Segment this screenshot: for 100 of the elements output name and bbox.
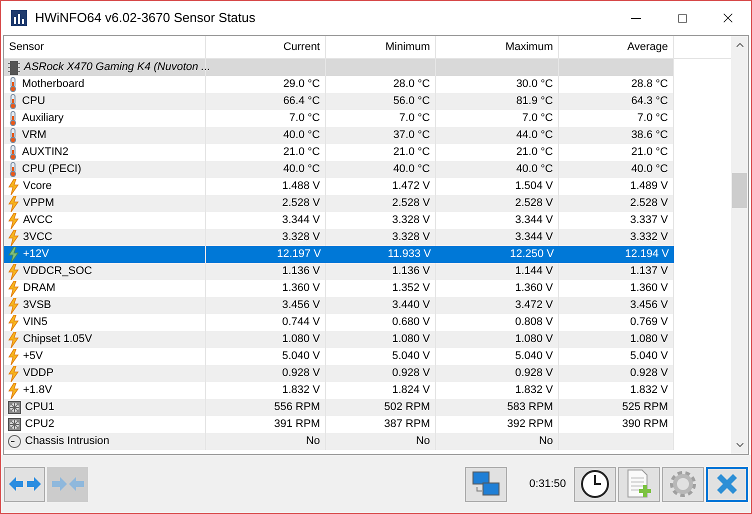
sensor-name: Auxiliary — [22, 111, 64, 126]
sensor-row[interactable]: VRM 40.0 °C 37.0 °C 44.0 °C 38.6 °C — [4, 127, 674, 144]
lightning-icon — [8, 332, 19, 348]
maximize-icon — [676, 12, 688, 24]
value-cell-text: 1.080 V — [630, 332, 668, 348]
value-cell-text: 21.0 °C — [283, 145, 320, 160]
network-button[interactable] — [465, 466, 508, 502]
lightning-icon — [8, 348, 19, 364]
value-cell-text: 5.040 V — [630, 349, 668, 364]
sensor-name: Vcore — [23, 179, 52, 194]
value-cell-text: 2.528 V — [630, 196, 668, 212]
value-cell-text: 3.332 V — [630, 230, 668, 246]
value-cell-text: 40.0 °C — [283, 128, 320, 144]
value-cell-text: 3.472 V — [515, 298, 553, 314]
lightning-icon — [8, 196, 19, 212]
value-cell-text: No — [538, 434, 553, 450]
thermometer-icon — [8, 128, 18, 143]
value-cell-text: 1.832 V — [282, 383, 320, 398]
sensor-row[interactable]: 3VCC 3.328 V 3.328 V 3.344 V 3.332 V — [4, 229, 674, 246]
sensor-name: CPU2 — [25, 417, 54, 432]
value-cell-text: 392 RPM — [507, 417, 553, 432]
value-cell-text: 525 RPM — [622, 400, 668, 416]
column-header[interactable]: Average — [559, 36, 674, 58]
value-cell-text: 7.0 °C — [289, 111, 320, 126]
lightning-icon — [8, 366, 19, 382]
close-sensors-button[interactable] — [706, 466, 748, 502]
document-add-icon — [625, 469, 653, 499]
fan-icon — [8, 401, 21, 414]
value-cell-text: 66.4 °C — [283, 94, 320, 110]
value-cell-text: 12.250 V — [510, 247, 554, 262]
value-cell-text: 3.456 V — [282, 298, 320, 314]
value-cell-text: 390 RPM — [622, 417, 668, 432]
value-cell-text: 1.352 V — [392, 281, 430, 296]
sensor-name: CPU (PECI) — [22, 162, 82, 178]
reset-timer-button[interactable] — [574, 466, 616, 502]
sensor-row[interactable]: ASRock X470 Gaming K4 (Nuvoton ... — [4, 59, 674, 76]
sensor-name: Chipset 1.05V — [23, 332, 92, 348]
sensor-name: VPPM — [23, 196, 54, 212]
value-cell-text: 7.0 °C — [399, 111, 430, 126]
value-cell-text: 1.137 V — [630, 264, 668, 280]
lightning-icon — [8, 298, 19, 314]
sensor-row[interactable]: Chipset 1.05V 1.080 V 1.080 V 1.080 V 1.080 V — [4, 331, 674, 348]
timer-text: 0:31:50 — [529, 476, 566, 492]
sensor-row[interactable]: VDDCR_SOC 1.136 V 1.136 V 1.144 V 1.137 V — [4, 263, 674, 280]
expand-button[interactable] — [4, 466, 45, 502]
sensor-name: VIN5 — [23, 315, 48, 330]
value-cell-text: 0.680 V — [392, 315, 430, 330]
value-cell-text: 0.928 V — [515, 366, 553, 382]
value-cell-text: 1.832 V — [515, 383, 553, 398]
sensor-name: CPU — [22, 94, 46, 110]
thermometer-icon — [8, 77, 18, 92]
value-cell-text: 29.0 °C — [283, 77, 320, 92]
column-header[interactable]: Minimum — [326, 36, 436, 58]
lightning-icon — [8, 314, 19, 330]
sensor-name: 3VCC — [23, 230, 52, 246]
chip-icon — [8, 60, 20, 74]
value-cell-text: 40.0 °C — [393, 162, 430, 178]
column-header[interactable]: Sensor — [4, 36, 206, 58]
column-header[interactable]: Current — [206, 36, 326, 58]
scrollbar[interactable] — [731, 36, 748, 454]
value-cell-text: 3.344 V — [515, 230, 553, 246]
value-cell-text: 1.360 V — [282, 281, 320, 296]
sensor-row[interactable]: 3VSB 3.456 V 3.440 V 3.472 V 3.456 V — [4, 297, 674, 314]
value-cell-text: 0.928 V — [282, 366, 320, 382]
thermometer-icon — [8, 162, 18, 177]
sensor-row[interactable]: CPU1 556 RPM 502 RPM 583 RPM 525 RPM — [4, 399, 674, 416]
column-header[interactable]: Maximum — [436, 36, 559, 58]
thermometer-icon — [8, 145, 18, 160]
value-cell-text: 11.933 V — [388, 247, 431, 262]
value-cell-text: 1.360 V — [630, 281, 668, 296]
value-cell-text: 38.6 °C — [631, 128, 668, 144]
value-cell-text: 40.0 °C — [516, 162, 553, 178]
value-cell-text: 56.0 °C — [393, 94, 430, 110]
value-cell-text: No — [416, 434, 430, 450]
value-cell-text: 1.832 V — [630, 383, 668, 398]
sensor-row[interactable]: CPU (PECI) 40.0 °C 40.0 °C 40.0 °C 40.0 °C — [4, 161, 674, 178]
sensor-row[interactable]: CPU 66.4 °C 56.0 °C 81.9 °C 64.3 °C — [4, 93, 674, 110]
value-cell-text: 64.3 °C — [631, 94, 668, 110]
sensor-row[interactable]: VDDP 0.928 V 0.928 V 0.928 V 0.928 V — [4, 365, 674, 382]
sensor-row[interactable]: +12V 12.197 V 11.933 V 12.250 V 12.194 V — [4, 246, 674, 263]
value-cell-text: 0.808 V — [515, 315, 553, 330]
value-cell-text: 1.504 V — [515, 179, 553, 194]
value-cell-text: 1.080 V — [392, 332, 430, 348]
settings-button[interactable] — [662, 466, 704, 502]
value-cell-text: 5.040 V — [515, 349, 553, 364]
scroll-thumb[interactable] — [732, 173, 747, 208]
monitors-icon — [471, 470, 502, 498]
value-cell-text: 3.344 V — [282, 213, 320, 228]
sensor-row[interactable]: VPPM 2.528 V 2.528 V 2.528 V 2.528 V — [4, 195, 674, 212]
sensor-row[interactable]: Chassis Intrusion No No No — [4, 433, 674, 450]
lightning-icon — [8, 382, 19, 398]
sensor-name: 3VSB — [23, 298, 52, 314]
value-cell-text: 1.360 V — [515, 281, 553, 296]
value-cell-text: 2.528 V — [392, 196, 430, 212]
value-cell-text: 28.0 °C — [393, 77, 430, 92]
value-cell-text: 0.928 V — [630, 366, 668, 382]
value-cell-text: 1.080 V — [515, 332, 553, 348]
sensor-name: DRAM — [23, 281, 56, 296]
window-title: HWiNFO64 v6.02-3670 Sensor Status — [35, 9, 256, 28]
value-cell-text: 40.0 °C — [631, 162, 668, 178]
